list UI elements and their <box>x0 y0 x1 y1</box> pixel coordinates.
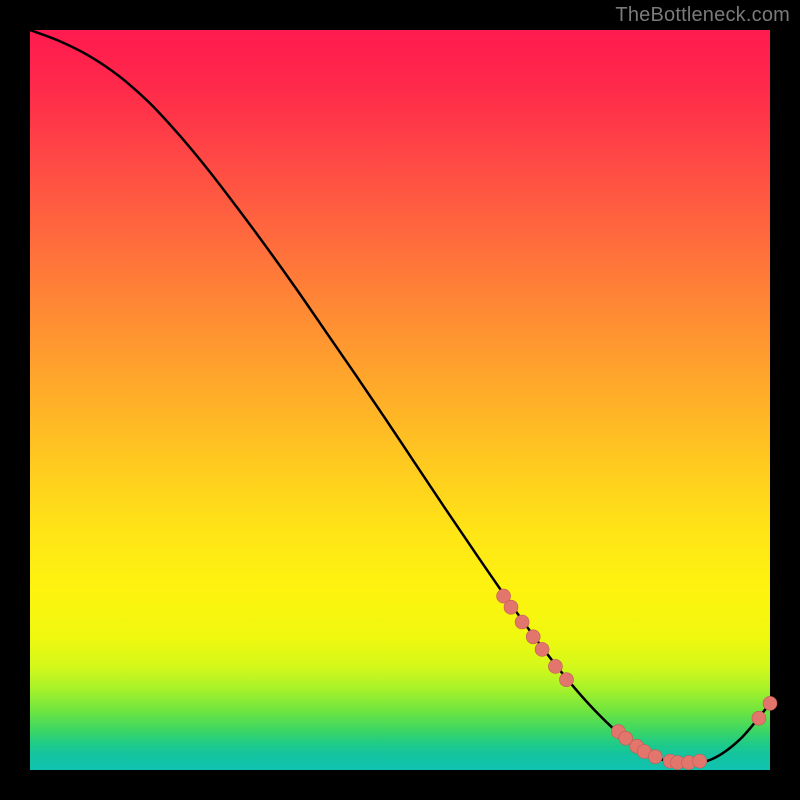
chart-canvas: TheBottleneck.com <box>0 0 800 800</box>
plot-area <box>30 30 770 770</box>
curve-marker <box>535 642 549 656</box>
watermark-text: TheBottleneck.com <box>615 4 790 27</box>
curve-marker <box>526 630 540 644</box>
curve-marker <box>560 673 574 687</box>
curve-marker <box>763 696 777 710</box>
curve-marker <box>548 659 562 673</box>
curve-marker <box>504 600 518 614</box>
curve-marker <box>693 754 707 768</box>
curve-marker <box>515 615 529 629</box>
bottleneck-curve <box>30 30 770 764</box>
curve-marker <box>648 750 662 764</box>
curve-svg <box>30 30 770 770</box>
curve-marker <box>752 711 766 725</box>
